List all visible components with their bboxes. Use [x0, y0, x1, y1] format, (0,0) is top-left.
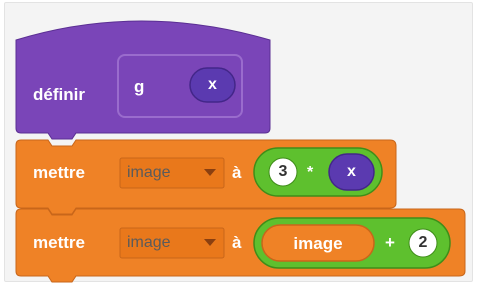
number-2-value: 2 — [418, 234, 428, 251]
scripts-area: définir g x mettre image à 3 * x mettre … — [0, 0, 479, 293]
multiply-symbol: * — [307, 164, 314, 181]
procedure-name: g — [134, 77, 145, 96]
variable-dropdown-1-value: image — [127, 164, 171, 181]
preposition-2: à — [232, 233, 242, 252]
preposition-1: à — [232, 163, 242, 182]
define-keyword: définir — [33, 85, 85, 104]
number-3-value: 3 — [278, 163, 288, 180]
param-x-label-2: x — [347, 163, 356, 180]
add-symbol: + — [385, 233, 395, 252]
set-keyword-1: mettre — [33, 163, 85, 182]
variable-dropdown-2-value: image — [127, 234, 171, 251]
image-variable-label: image — [293, 234, 343, 253]
param-x-label: x — [208, 76, 217, 93]
set-keyword-2: mettre — [33, 233, 85, 252]
